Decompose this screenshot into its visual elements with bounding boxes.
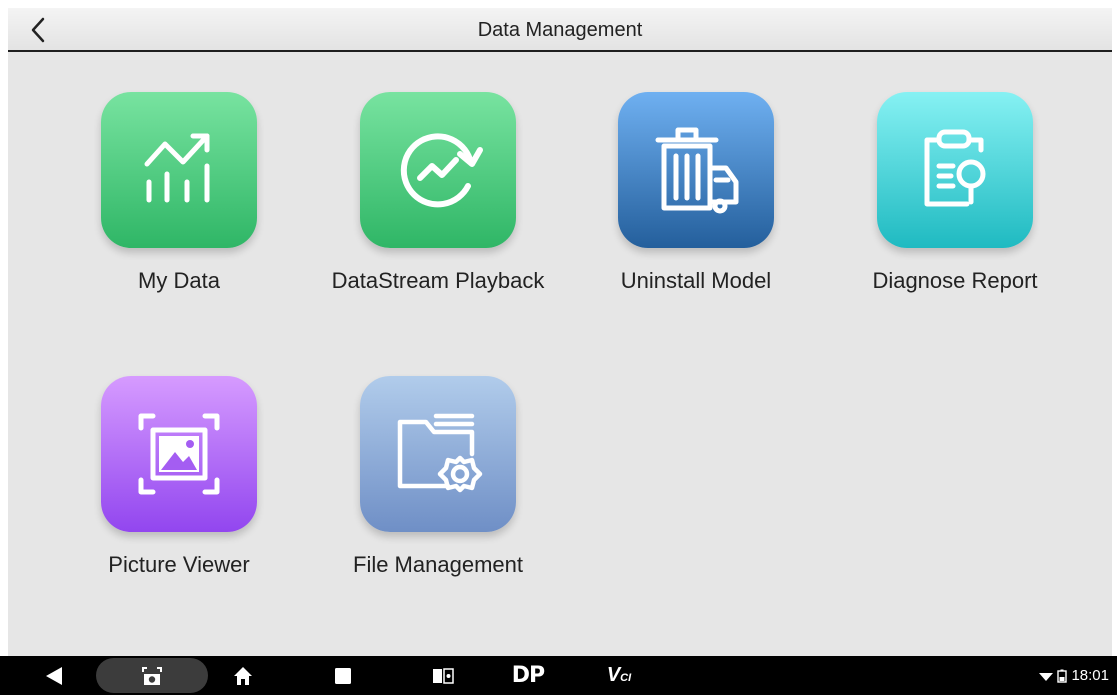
report-icon xyxy=(924,129,986,207)
tile-label: Uninstall Model xyxy=(620,268,772,293)
datastream-playback-app-icon[interactable] xyxy=(360,92,516,248)
recents-icon xyxy=(335,667,351,684)
tile-diagnose-report[interactable]: Diagnose Report xyxy=(830,92,1080,312)
camera-icon xyxy=(142,666,162,685)
dp-logo: DP xyxy=(511,663,545,688)
title-bar: Data Management xyxy=(8,8,1112,52)
chart-icon xyxy=(144,133,210,203)
tile-picture-viewer[interactable]: Picture Viewer xyxy=(54,376,304,596)
nav-recents-button[interactable] xyxy=(328,656,358,695)
file-management-app-icon[interactable] xyxy=(360,376,516,532)
trash-truck-icon xyxy=(655,127,739,214)
nav-vci-button[interactable]: VCI xyxy=(604,656,634,695)
status-area: 18:01 xyxy=(1039,656,1109,695)
tile-label: My Data xyxy=(138,268,220,293)
tile-label: Picture Viewer xyxy=(108,552,250,577)
uninstall-model-app-icon[interactable] xyxy=(618,92,774,248)
tile-label: DataStream Playback xyxy=(331,268,545,293)
page-title: Data Management xyxy=(477,19,643,41)
picture-icon xyxy=(138,413,220,495)
tile-file-management[interactable]: File Management xyxy=(313,376,563,596)
tile-label: Diagnose Report xyxy=(872,268,1038,293)
back-triangle-icon xyxy=(46,666,62,685)
clock: 18:01 xyxy=(1071,667,1109,684)
nav-dp-button[interactable]: DP xyxy=(506,656,550,695)
multiwindow-icon xyxy=(433,667,454,684)
folder-gear-icon xyxy=(397,413,483,493)
tile-label: File Management xyxy=(353,552,523,577)
playback-icon xyxy=(400,133,483,208)
tile-datastream-playback[interactable]: DataStream Playback xyxy=(313,92,563,312)
home-icon xyxy=(234,666,252,685)
diagnose-report-app-icon[interactable] xyxy=(877,92,1033,248)
wifi-icon xyxy=(1039,672,1054,681)
vci-logo-main: V xyxy=(606,664,621,686)
main-content: My Data DataStream Playback Uninstall Mo… xyxy=(8,52,1112,656)
nav-home-button[interactable] xyxy=(228,656,258,695)
nav-multiwindow-button[interactable] xyxy=(428,656,458,695)
vci-logo-sub: CI xyxy=(620,672,632,684)
my-data-app-icon[interactable] xyxy=(101,92,257,248)
nav-back-button[interactable] xyxy=(36,656,72,695)
battery-icon xyxy=(1057,669,1068,683)
tile-uninstall-model[interactable]: Uninstall Model xyxy=(571,92,821,312)
tile-my-data[interactable]: My Data xyxy=(54,92,304,312)
vci-logo: VCI xyxy=(607,664,631,687)
nav-screenshot-button[interactable] xyxy=(96,658,208,693)
system-navigation-bar: DP VCI 18:01 xyxy=(0,656,1117,695)
picture-viewer-app-icon[interactable] xyxy=(101,376,257,532)
